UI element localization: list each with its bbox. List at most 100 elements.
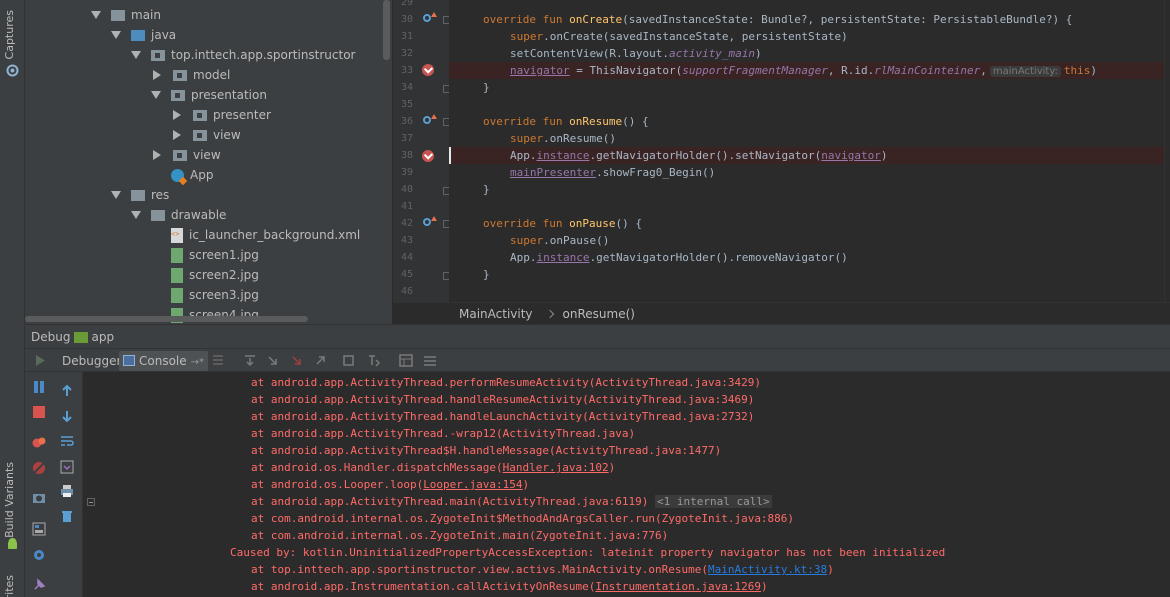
trash-icon[interactable]	[60, 509, 74, 523]
internal-call-fold[interactable]: <1 internal call>	[654, 495, 772, 508]
build-variants-tab[interactable]: Build Variants	[3, 462, 16, 538]
project-vertical-scrollbar[interactable]	[383, 0, 390, 60]
override-method-icon[interactable]	[423, 12, 437, 24]
tree-item[interactable]: drawable	[131, 205, 226, 225]
force-step-into-icon[interactable]	[290, 354, 304, 367]
console-line[interactable]: Caused by: kotlin.UninitializedPropertyA…	[230, 544, 945, 561]
tree-item[interactable]: res	[111, 185, 169, 205]
tree-item[interactable]: screen2.jpg	[171, 265, 259, 285]
chevron-down-icon[interactable]	[111, 31, 121, 39]
override-method-icon[interactable]	[423, 216, 437, 228]
source-link[interactable]: MainActivity.kt:38	[708, 563, 827, 576]
chevron-right-icon[interactable]	[173, 110, 181, 120]
console-output[interactable]: at android.app.ActivityThread.performRes…	[83, 372, 1170, 597]
scroll-to-end-icon[interactable]	[60, 460, 74, 474]
chevron-right-icon[interactable]	[153, 70, 161, 80]
evaluate-expression-icon[interactable]	[399, 354, 413, 367]
drop-frame-icon[interactable]	[342, 354, 356, 367]
file-reference[interactable]: Looper.java:154	[423, 478, 522, 491]
tree-item[interactable]: main	[91, 5, 161, 25]
console-line[interactable]: at android.app.ActivityThread$H.handleMe…	[251, 442, 721, 459]
tree-item[interactable]: java	[111, 25, 176, 45]
chevron-down-icon[interactable]	[131, 211, 141, 219]
tab-debugger[interactable]: Debugger	[58, 351, 125, 371]
chevron-down-icon[interactable]	[91, 11, 101, 19]
step-out-icon[interactable]	[314, 354, 328, 367]
camera-icon[interactable]	[32, 491, 46, 505]
breakpoint-icon[interactable]	[422, 64, 434, 76]
pin-icon[interactable]	[32, 578, 46, 592]
resume-icon[interactable]	[33, 354, 47, 367]
gear-icon[interactable]	[32, 548, 46, 562]
tree-item[interactable]: ic_launcher_background.xml	[171, 224, 360, 245]
console-line[interactable]: at com.android.internal.os.ZygoteInit.ma…	[251, 527, 668, 544]
console-line[interactable]: at android.app.ActivityThread.main(Activ…	[251, 493, 772, 510]
step-into-icon[interactable]	[266, 354, 280, 367]
file-reference[interactable]: Instrumentation.java:1269	[595, 580, 761, 593]
file-reference[interactable]: Handler.java:102	[503, 461, 609, 474]
code-editor[interactable]: override fun onCreate(savedInstanceState…	[449, 0, 1170, 302]
chevron-down-icon[interactable]	[131, 51, 141, 59]
project-horizontal-scrollbar[interactable]	[25, 316, 308, 322]
tree-item[interactable]: view	[151, 145, 221, 165]
console-line[interactable]: at top.inttech.app.sportinstructor.view.…	[251, 561, 834, 578]
breakpoint-icon[interactable]	[422, 150, 434, 162]
tree-item[interactable]: view	[171, 125, 241, 145]
breadcrumb-method[interactable]: onResume()	[563, 307, 635, 321]
console-line[interactable]: at android.app.ActivityThread.handleResu…	[251, 391, 754, 408]
chevron-right-icon[interactable]	[153, 150, 161, 160]
settings-lines-icon[interactable]	[423, 354, 437, 367]
code-line-33[interactable]: navigator = ThisNavigator(supportFragmen…	[449, 62, 1170, 79]
tree-item[interactable]: model	[151, 65, 230, 85]
soft-wrap-icon[interactable]	[60, 434, 74, 448]
chevron-right-icon[interactable]	[173, 130, 181, 140]
code-line-39[interactable]: mainPresenter.showFrag0_Begin()	[449, 164, 1170, 181]
chevron-down-icon[interactable]	[111, 191, 121, 199]
mute-breakpoints-icon[interactable]	[32, 461, 46, 475]
console-line[interactable]: at com.android.internal.os.ZygoteInit$Me…	[251, 510, 794, 527]
expand-icon[interactable]	[87, 498, 95, 506]
tree-item[interactable]: screen3.jpg	[171, 285, 259, 305]
code-line-36[interactable]: override fun onResume() {	[449, 113, 1170, 130]
console-line[interactable]: at android.app.Instrumentation.callActiv…	[251, 578, 768, 595]
tree-item[interactable]: presenter	[171, 105, 271, 125]
view-breakpoints-icon[interactable]	[32, 436, 46, 450]
code-line-40[interactable]: }	[449, 181, 1170, 198]
override-method-icon[interactable]	[423, 114, 437, 126]
code-line-37[interactable]: super.onResume()	[449, 130, 1170, 147]
code-line-34[interactable]: }	[449, 79, 1170, 96]
tree-item[interactable]: top.inttech.app.sportinstructor	[131, 45, 356, 65]
tab-console[interactable]: Console →*	[119, 351, 209, 371]
code-line-31[interactable]: super.onCreate(savedInstanceState, persi…	[449, 28, 1170, 45]
breadcrumb-class[interactable]: MainActivity	[459, 307, 533, 321]
console-line[interactable]: at android.app.ActivityThread.-wrap12(Ac…	[251, 425, 635, 442]
tree-item[interactable]: screen1.jpg	[171, 245, 259, 265]
console-line[interactable]: at android.os.Handler.dispatchMessage(Ha…	[251, 459, 615, 476]
print-icon[interactable]	[60, 484, 74, 498]
code-line-44[interactable]: App.instance.getNavigatorHolder().remove…	[449, 249, 1170, 266]
code-line-45[interactable]: }	[449, 266, 1170, 283]
chevron-down-icon[interactable]	[151, 91, 161, 99]
code-line-42[interactable]: override fun onPause() {	[449, 215, 1170, 232]
pause-icon[interactable]	[32, 380, 46, 394]
arrow-up-icon[interactable]	[60, 384, 74, 398]
tree-item[interactable]: App	[171, 165, 213, 185]
editor-gutter[interactable]: 29 30 31 32 33 34 35 36 37 38 39 40 41 42 43 44 45 46	[393, 0, 451, 302]
show-execution-point-icon[interactable]	[211, 354, 225, 367]
step-over-icon[interactable]	[243, 354, 257, 367]
favorites-tab[interactable]: rites	[3, 575, 16, 597]
console-line[interactable]: at android.app.ActivityThread.performRes…	[251, 374, 761, 391]
arrow-down-icon[interactable]	[60, 409, 74, 423]
stop-icon[interactable]	[32, 405, 46, 419]
code-line-43[interactable]: super.onPause()	[449, 232, 1170, 249]
layout-icon[interactable]	[32, 522, 46, 536]
console-line[interactable]: at android.app.ActivityThread.handleLaun…	[251, 408, 754, 425]
code-line-32[interactable]: setContentView(R.layout.activity_main)	[449, 45, 1170, 62]
debug-config-name[interactable]: app	[91, 330, 114, 344]
tree-item[interactable]: presentation	[151, 85, 267, 105]
code-line-38[interactable]: App.instance.getNavigatorHolder().setNav…	[449, 147, 1170, 164]
code-line-30[interactable]: override fun onCreate(savedInstanceState…	[449, 11, 1170, 28]
editor-scrollbar[interactable]	[1164, 0, 1170, 302]
run-to-cursor-icon[interactable]	[367, 354, 381, 367]
console-line[interactable]: at android.os.Looper.loop(Looper.java:15…	[251, 476, 529, 493]
